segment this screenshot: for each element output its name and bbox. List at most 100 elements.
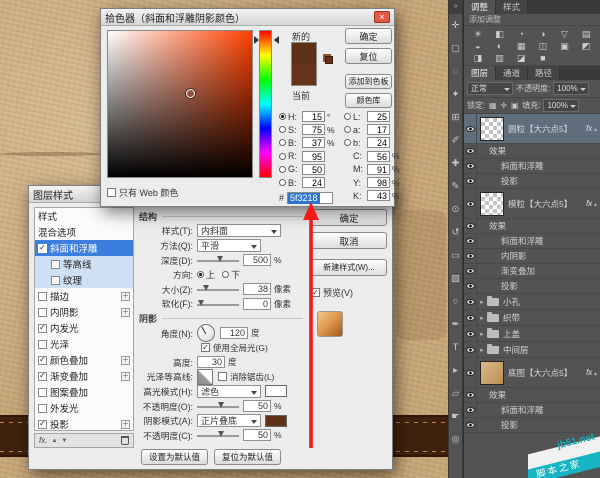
- radio-button[interactable]: [279, 113, 286, 120]
- layer-name[interactable]: 投影: [501, 175, 518, 187]
- clone-stamp-tool-icon[interactable]: ⊙: [449, 198, 462, 221]
- group-collapse-arrow-icon[interactable]: [477, 298, 487, 306]
- set-default-button[interactable]: 设置为默认值: [141, 449, 208, 465]
- add-effect-icon[interactable]: ＋: [121, 292, 130, 301]
- hue-slider-handle[interactable]: [254, 36, 279, 44]
- shadow-opacity-value[interactable]: 50: [243, 429, 271, 441]
- style-list-item[interactable]: ✓ 投影 ＋: [35, 416, 133, 431]
- visibility-toggle[interactable]: [464, 114, 477, 143]
- layer-name[interactable]: 渐变叠加: [501, 265, 535, 277]
- layer-row[interactable]: 模粒【大六点5】 fx: [464, 189, 600, 219]
- soften-slider[interactable]: [197, 299, 239, 309]
- fx-badge[interactable]: fx: [586, 199, 597, 208]
- add-effect-icon[interactable]: ＋: [121, 308, 130, 317]
- brush-tool-icon[interactable]: ✎: [449, 175, 462, 198]
- add-effect-icon[interactable]: ＋: [121, 356, 130, 365]
- visibility-toggle[interactable]: [464, 174, 477, 188]
- style-list-item[interactable]: 外发光: [35, 400, 133, 416]
- radio-button[interactable]: [344, 139, 351, 146]
- visibility-toggle[interactable]: [464, 219, 477, 233]
- gradient-tool-icon[interactable]: ▧: [449, 267, 462, 290]
- field-value[interactable]: 43: [367, 190, 390, 201]
- style-list-item[interactable]: 混合选项: [35, 224, 133, 240]
- radio-button[interactable]: [279, 166, 286, 173]
- threshold-icon[interactable]: ▥: [489, 52, 511, 64]
- type-tool-icon[interactable]: T: [449, 336, 462, 359]
- layer-name[interactable]: 内阴影: [501, 250, 527, 262]
- zoom-tool-icon[interactable]: ◎: [449, 428, 462, 451]
- crop-tool-icon[interactable]: ⊞: [449, 106, 462, 129]
- style-list-item[interactable]: ✓ 渐变叠加 ＋: [35, 368, 133, 384]
- layer-row[interactable]: 投影: [464, 174, 600, 189]
- color-picker-titlebar[interactable]: 拾色器（斜面和浮雕阴影颜色） ×: [101, 9, 394, 26]
- hue-saturation-icon[interactable]: ▤: [575, 28, 597, 40]
- radio-button[interactable]: [279, 126, 286, 133]
- layer-row[interactable]: 投影: [464, 279, 600, 294]
- fx-footer-icon[interactable]: fx.: [39, 436, 47, 445]
- layer-name[interactable]: 底图【大六点5】: [508, 367, 572, 379]
- layer-thumbnail[interactable]: [480, 117, 504, 141]
- invert-icon[interactable]: ◩: [575, 40, 597, 52]
- layer-row[interactable]: 斜面和浮雕: [464, 234, 600, 249]
- visibility-toggle[interactable]: [464, 310, 477, 325]
- healing-brush-tool-icon[interactable]: ✚: [449, 152, 462, 175]
- visibility-toggle[interactable]: [464, 403, 477, 417]
- field-value[interactable]: 37: [302, 137, 325, 148]
- style-list-item[interactable]: 内阴影 ＋: [35, 304, 133, 320]
- saturation-brightness-field[interactable]: [107, 30, 253, 178]
- blend-mode-select[interactable]: 正常: [467, 82, 513, 95]
- angle-dial[interactable]: [197, 324, 215, 342]
- layer-row[interactable]: 圆粒【大六点5】 fx: [464, 114, 600, 144]
- layer-row[interactable]: 底图【大六点5】 fx: [464, 358, 600, 388]
- field-value[interactable]: 25: [367, 111, 390, 122]
- layer-row[interactable]: 内阴影: [464, 249, 600, 264]
- history-brush-tool-icon[interactable]: ↺: [449, 221, 462, 244]
- radio-button[interactable]: [279, 139, 286, 146]
- style-list-item[interactable]: 样式: [35, 208, 133, 224]
- visibility-toggle[interactable]: [464, 159, 477, 173]
- layer-name[interactable]: 效果: [489, 220, 506, 232]
- lasso-tool-icon[interactable]: ◌: [449, 60, 462, 83]
- effect-checkbox[interactable]: [38, 292, 47, 301]
- collapse-panel-chevrons-icon[interactable]: »: [449, 0, 462, 14]
- field-value[interactable]: 24: [367, 137, 390, 148]
- lock-transparency-icon[interactable]: ▦: [488, 101, 497, 110]
- layer-thumbnail[interactable]: [480, 361, 504, 385]
- layer-name[interactable]: 效果: [489, 389, 506, 401]
- eraser-tool-icon[interactable]: ▭: [449, 244, 462, 267]
- delete-effect-icon[interactable]: [121, 436, 129, 445]
- visibility-toggle[interactable]: [464, 249, 477, 263]
- gradient-map-icon[interactable]: ◪: [510, 52, 532, 64]
- group-collapse-arrow-icon[interactable]: [477, 346, 487, 354]
- add-effect-icon[interactable]: ＋: [121, 420, 130, 429]
- visibility-toggle[interactable]: [464, 388, 477, 402]
- size-slider[interactable]: [197, 284, 239, 294]
- depth-value[interactable]: 500: [243, 254, 271, 266]
- layer-name[interactable]: 投影: [501, 419, 518, 431]
- layer-row[interactable]: 斜面和浮雕: [464, 403, 600, 418]
- hand-tool-icon[interactable]: ☛: [449, 405, 462, 428]
- direction-up-radio[interactable]: [197, 271, 204, 278]
- lock-position-icon[interactable]: ✛: [499, 101, 508, 110]
- direction-down-radio[interactable]: [222, 271, 229, 278]
- depth-slider[interactable]: [197, 255, 239, 265]
- layer-row[interactable]: 效果: [464, 219, 600, 234]
- posterize-icon[interactable]: ◨: [467, 52, 489, 64]
- layer-row[interactable]: 上盖: [464, 326, 600, 342]
- group-collapse-arrow-icon[interactable]: [477, 314, 487, 322]
- shape-tool-icon[interactable]: ▱: [449, 382, 462, 405]
- web-color-cube-icon[interactable]: [325, 56, 333, 64]
- layer-row[interactable]: 效果: [464, 388, 600, 403]
- gloss-contour-thumbnail[interactable]: [197, 369, 213, 385]
- cancel-button[interactable]: 取消: [311, 232, 387, 249]
- visibility-toggle[interactable]: [464, 358, 477, 387]
- field-value[interactable]: 17: [367, 124, 390, 135]
- panel-tab[interactable]: 图层: [464, 66, 496, 80]
- add-to-swatches-button[interactable]: 添加到色板: [345, 74, 392, 89]
- effect-checkbox[interactable]: [38, 308, 47, 317]
- visibility-toggle[interactable]: [464, 279, 477, 293]
- style-list-item[interactable]: 描边 ＋: [35, 288, 133, 304]
- highlight-mode-select[interactable]: 滤色: [197, 385, 261, 398]
- blur-tool-icon[interactable]: ○: [449, 290, 462, 313]
- only-web-checkbox[interactable]: [107, 188, 116, 197]
